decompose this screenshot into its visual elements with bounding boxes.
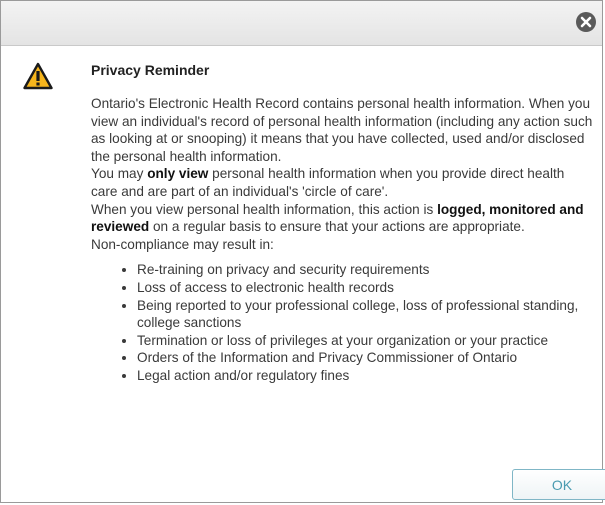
privacy-reminder-dialog: Privacy Reminder Ontario's Electronic He… bbox=[0, 0, 605, 503]
close-icon[interactable] bbox=[576, 12, 596, 32]
warning-icon bbox=[23, 62, 53, 90]
list-item: Being reported to your professional coll… bbox=[137, 297, 594, 332]
paragraph-ehr-info: Ontario's Electronic Health Record conta… bbox=[91, 96, 593, 164]
dialog-titlebar bbox=[1, 1, 602, 46]
paragraph-non-compliance: Non-compliance may result in: bbox=[91, 236, 274, 252]
paragraph-only-view: You may only view personal health inform… bbox=[91, 166, 565, 199]
ok-button[interactable]: OK bbox=[512, 469, 605, 500]
list-item: Orders of the Information and Privacy Co… bbox=[137, 349, 594, 367]
list-item: Legal action and/or regulatory fines bbox=[137, 367, 594, 385]
dialog-title: Privacy Reminder bbox=[91, 62, 210, 78]
list-item: Re-training on privacy and security requ… bbox=[137, 261, 594, 279]
list-item: Termination or loss of privileges at you… bbox=[137, 332, 594, 350]
paragraph-logged: When you view personal health informatio… bbox=[91, 201, 584, 235]
list-item: Loss of access to electronic health reco… bbox=[137, 279, 594, 297]
dialog-body: Ontario's Electronic Health Record conta… bbox=[91, 95, 594, 253]
dialog-content: Privacy Reminder Ontario's Electronic He… bbox=[91, 61, 594, 385]
consequences-list: Re-training on privacy and security requ… bbox=[91, 261, 594, 384]
